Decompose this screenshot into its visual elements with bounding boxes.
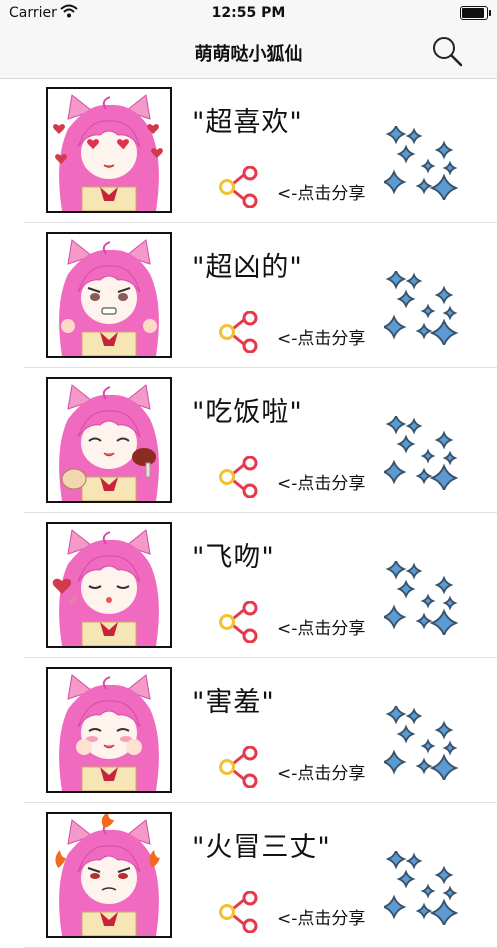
sparkle-icon <box>381 413 460 493</box>
share-hint: <-点击分享 <box>277 909 366 929</box>
share-hint: <-点击分享 <box>277 764 366 784</box>
sticker-thumbnail[interactable] <box>46 522 172 648</box>
share-icon[interactable] <box>218 600 262 644</box>
navigation-bar: 萌萌哒小狐仙 <box>0 26 497 79</box>
share-hint: <-点击分享 <box>277 474 366 494</box>
sticker-label: "害羞" <box>192 687 275 718</box>
share-icon[interactable] <box>218 165 262 209</box>
sparkle-icon <box>381 268 460 348</box>
sticker-row[interactable]: "超喜欢" <-点击分享 <box>24 78 497 223</box>
sticker-row[interactable]: "飞吻" <-点击分享 <box>24 513 497 658</box>
sticker-row[interactable]: "吃饭啦" <-点击分享 <box>24 368 497 513</box>
sticker-label: "超喜欢" <box>192 107 303 138</box>
sticker-thumbnail[interactable] <box>46 232 172 358</box>
sticker-label: "火冒三丈" <box>192 832 331 863</box>
sticker-row[interactable]: "火冒三丈" <-点击分享 <box>24 803 497 948</box>
battery-icon <box>460 6 491 20</box>
sticker-thumbnail[interactable] <box>46 667 172 793</box>
sticker-thumbnail[interactable] <box>46 812 172 938</box>
search-icon[interactable] <box>430 34 464 68</box>
sticker-thumbnail[interactable] <box>46 377 172 503</box>
page-title: 萌萌哒小狐仙 <box>194 44 303 65</box>
sparkle-icon <box>381 123 460 203</box>
share-icon[interactable] <box>218 745 262 789</box>
sparkle-icon <box>381 703 460 783</box>
sparkle-icon <box>381 558 460 638</box>
status-bar: Carrier 12:55 PM <box>0 0 497 26</box>
share-hint: <-点击分享 <box>277 184 366 204</box>
sticker-label: "超凶的" <box>192 252 303 283</box>
share-icon[interactable] <box>218 455 262 499</box>
sticker-row[interactable]: "超凶的" <-点击分享 <box>24 223 497 368</box>
sticker-label: "飞吻" <box>192 542 275 573</box>
sparkle-icon <box>381 848 460 928</box>
share-hint: <-点击分享 <box>277 329 366 349</box>
share-hint: <-点击分享 <box>277 619 366 639</box>
share-icon[interactable] <box>218 310 262 354</box>
status-time: 12:55 PM <box>211 5 286 21</box>
share-icon[interactable] <box>218 890 262 934</box>
sticker-row[interactable]: "害羞" <-点击分享 <box>24 658 497 803</box>
sticker-thumbnail[interactable] <box>46 87 172 213</box>
sticker-label: "吃饭啦" <box>192 397 303 428</box>
sticker-list: "超喜欢" <-点击分享 "超凶的" <-点击分享 "吃饭啦" <-点击分享 "… <box>0 78 497 948</box>
